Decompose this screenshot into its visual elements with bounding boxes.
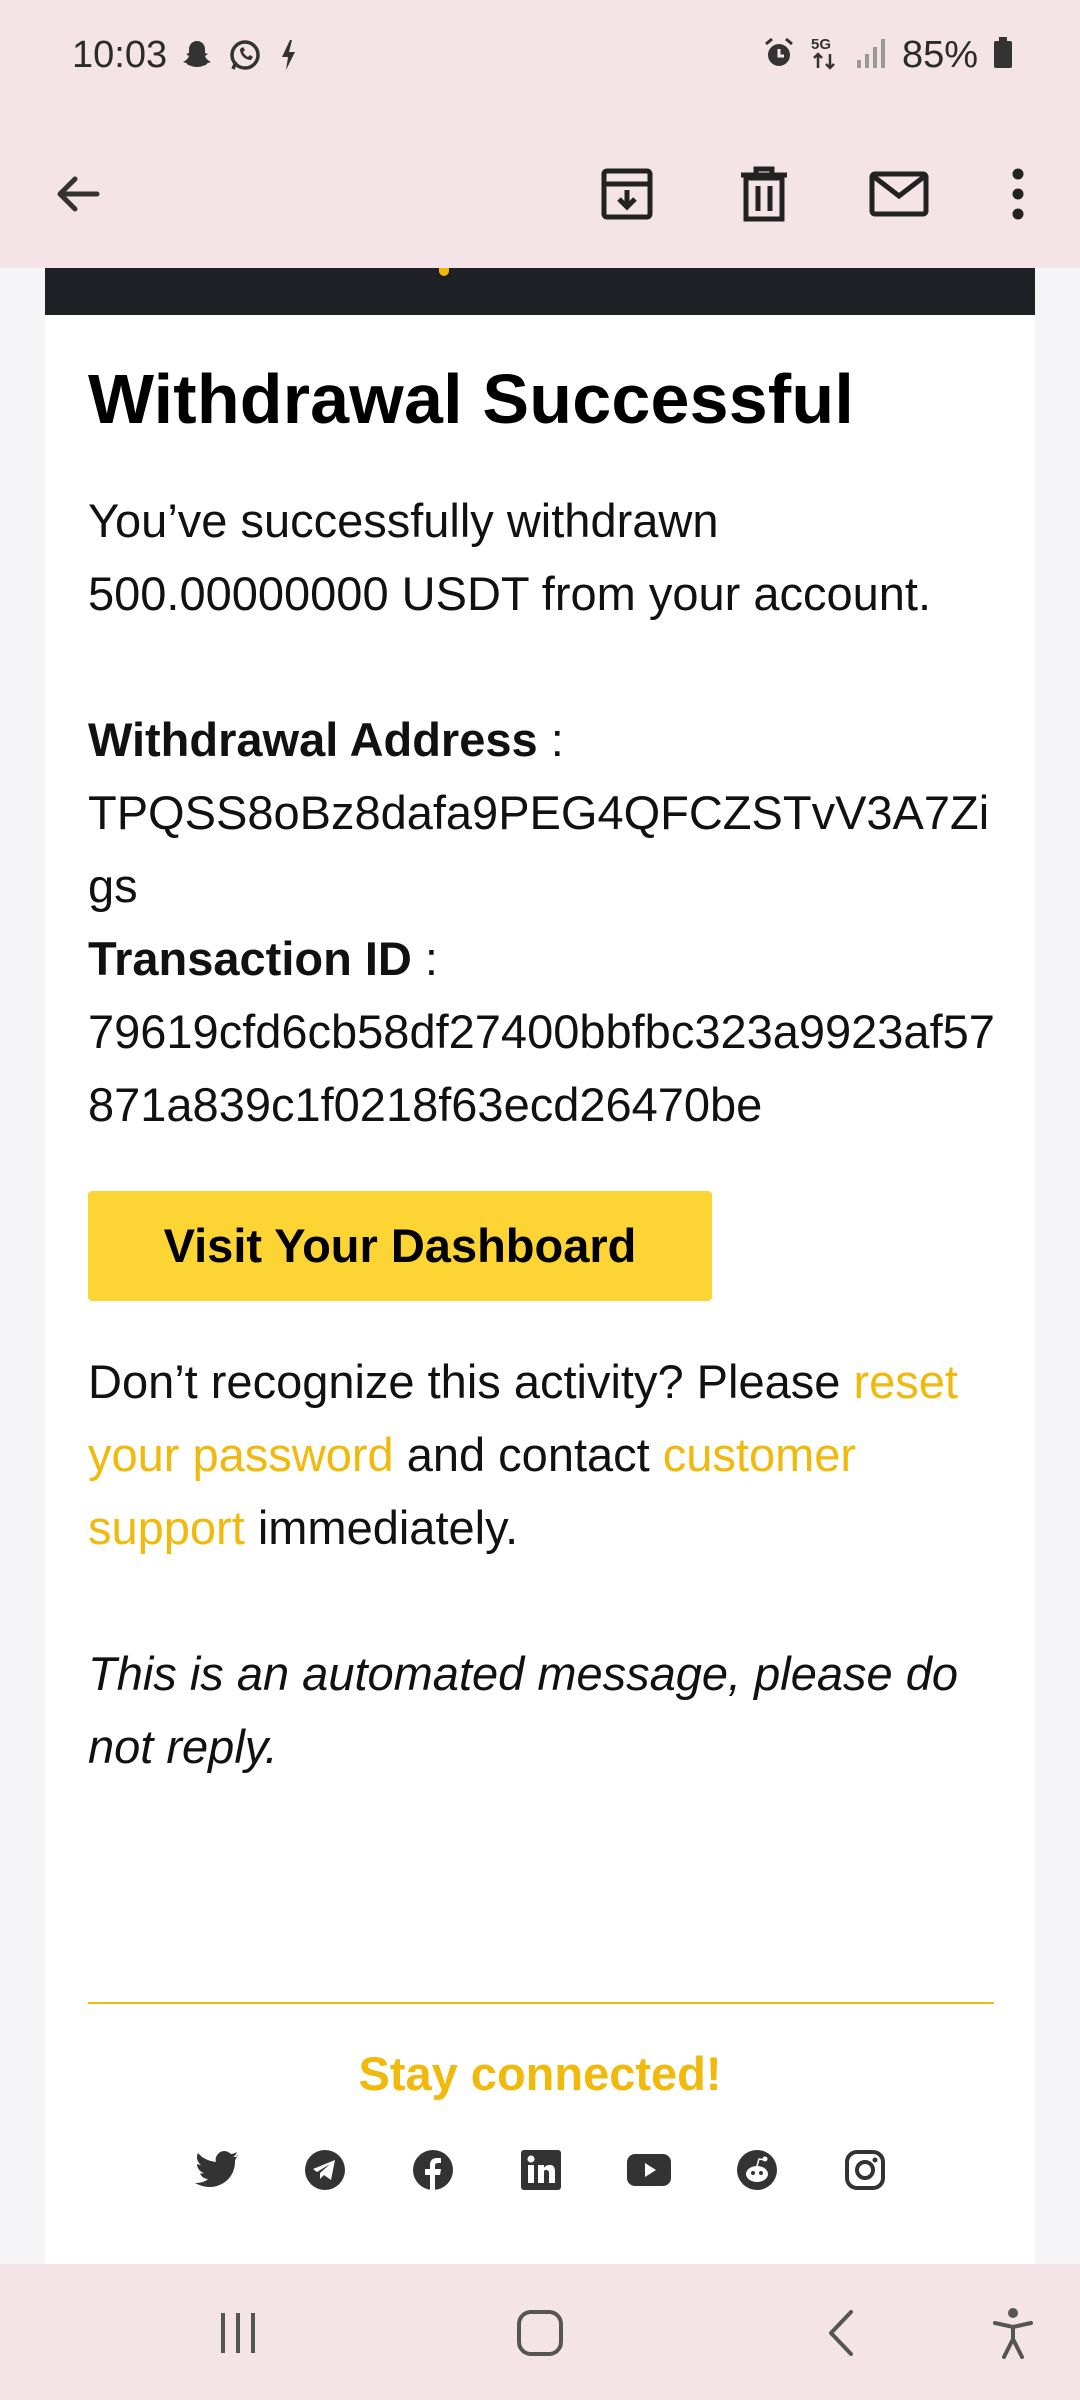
withdrawal-address-label: Withdrawal Address [88, 713, 538, 766]
banner-accent [439, 268, 449, 276]
withdrawal-intro: You’ve successfully withdrawn 500.000000… [88, 494, 932, 620]
delete-button[interactable] [718, 148, 810, 240]
linkedin-link[interactable] [519, 2148, 563, 2192]
facebook-link[interactable] [411, 2148, 455, 2192]
transaction-id-row: Transaction ID : 79619cfd6cb58df27400bbf… [88, 922, 1008, 1141]
more-options-button[interactable] [972, 148, 1064, 240]
automated-note: This is an automated message, please do … [88, 1647, 959, 1773]
5g-data-icon: 5G [810, 34, 840, 77]
accessibility-button[interactable] [978, 2298, 1048, 2368]
withdrawal-address-row: Withdrawal Address : TPQSS8oBz8dafa9PEG4… [88, 703, 1008, 922]
warning-mid: and contact [393, 1428, 663, 1481]
battery-icon [992, 36, 1014, 75]
twitter-icon [195, 2151, 238, 2187]
footer-divider [88, 2002, 994, 2004]
transaction-id-value: 79619cfd6cb58df27400bbfbc323a9923af57871… [88, 1005, 995, 1131]
stay-connected-heading: Stay connected! [358, 2047, 722, 2100]
withdrawal-address-sep: : [537, 713, 564, 766]
transaction-id-sep: : [411, 932, 438, 985]
home-button[interactable] [505, 2298, 575, 2368]
recent-apps-button[interactable] [203, 2298, 273, 2368]
youtube-link[interactable] [627, 2148, 671, 2192]
archive-button[interactable] [581, 148, 673, 240]
battery-percent: 85% [901, 34, 978, 76]
instagram-icon [845, 2150, 885, 2190]
reddit-link[interactable] [735, 2148, 779, 2192]
transaction-id-label: Transaction ID [88, 932, 412, 985]
more-vert-icon [1012, 168, 1024, 220]
accessibility-icon [993, 2308, 1033, 2359]
status-bar: 10:03 5G 85% [0, 0, 1080, 120]
svg-text:5G: 5G [811, 36, 831, 53]
security-warning: Don’t recognize this activity? Please re… [88, 1345, 1008, 1564]
warning-suffix: immediately. [244, 1501, 519, 1554]
social-links [195, 2148, 887, 2192]
facebook-icon [413, 2150, 453, 2190]
email-content: Withdrawal Successful You’ve successfull… [88, 358, 1008, 1783]
linkedin-icon [521, 2150, 561, 2190]
telegram-icon [305, 2150, 345, 2190]
reddit-icon [737, 2150, 777, 2190]
email-header-banner [45, 268, 1035, 315]
snapchat-icon [182, 38, 212, 77]
signal-icon [854, 36, 888, 75]
home-icon [517, 2310, 563, 2356]
twitter-link[interactable] [195, 2148, 239, 2192]
charging-bolt-icon [278, 38, 298, 77]
email-title: Withdrawal Successful [88, 360, 854, 438]
email-body[interactable]: Withdrawal Successful You’ve successfull… [0, 268, 1080, 2264]
instagram-link[interactable] [843, 2148, 887, 2192]
recent-apps-icon [221, 2313, 255, 2353]
telegram-link[interactable] [303, 2148, 347, 2192]
notification-icons [182, 38, 298, 77]
system-indicators: 5G 85% [762, 34, 1014, 77]
mark-unread-button[interactable] [853, 148, 945, 240]
back-nav-button[interactable] [806, 2298, 876, 2368]
back-button[interactable] [32, 148, 124, 240]
youtube-icon [627, 2154, 671, 2186]
email-toolbar [0, 120, 1080, 268]
email-card: Withdrawal Successful You’ve successfull… [45, 268, 1035, 2264]
withdrawal-address-value: TPQSS8oBz8dafa9PEG4QFCZSTvV3A7Zigs [88, 786, 990, 912]
system-nav-bar [0, 2264, 1080, 2400]
back-arrow-icon [57, 176, 100, 212]
visit-dashboard-button[interactable]: Visit Your Dashboard [88, 1191, 712, 1301]
archive-icon [601, 168, 653, 220]
back-icon [829, 2310, 853, 2356]
whatsapp-icon [228, 38, 262, 77]
alarm-icon [762, 36, 796, 75]
status-time: 10:03 [72, 34, 168, 76]
delete-icon [741, 166, 787, 222]
warning-prefix: Don’t recognize this activity? Please [88, 1355, 854, 1408]
mark-unread-icon [869, 171, 929, 217]
